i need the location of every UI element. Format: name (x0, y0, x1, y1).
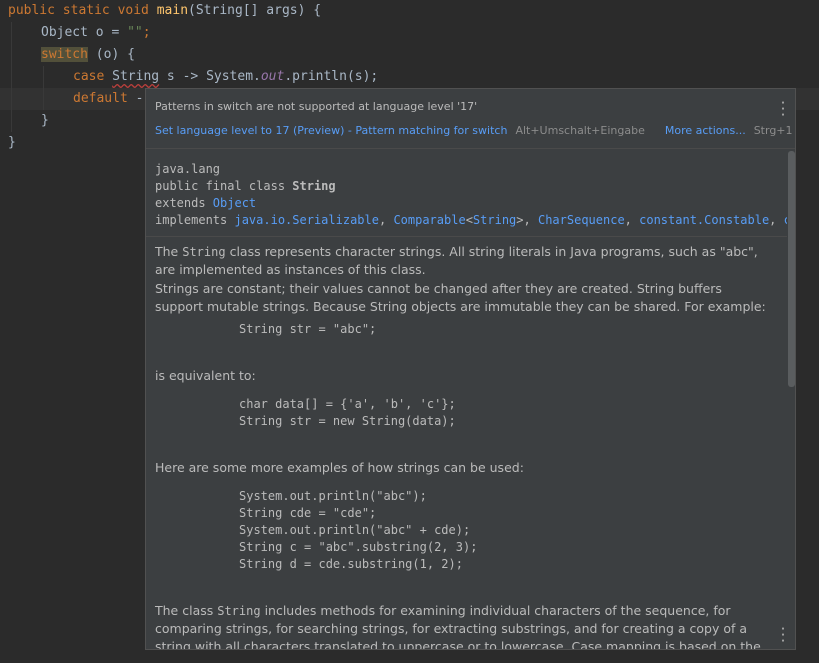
default-keyword: default (73, 91, 128, 106)
code-line-6[interactable]: } (41, 110, 49, 132)
interface-link[interactable]: CharSequence (538, 213, 625, 227)
paragraph: The String class represents character st… (155, 243, 770, 279)
code-line-7[interactable]: } (8, 132, 16, 154)
implements-keyword: implements (155, 213, 235, 227)
string-literal: "" (127, 25, 143, 40)
static-field: out (260, 69, 285, 84)
code-text: .println(s); (284, 69, 379, 84)
more-actions-link[interactable]: More actions... (665, 124, 746, 137)
indent-guide (43, 66, 44, 110)
inline-code: String (217, 604, 261, 618)
declaration-prefix: public final class (155, 179, 293, 193)
text: The (155, 244, 183, 259)
code-text: s -> System. (159, 69, 261, 84)
code-example: String str = "abc"; (239, 322, 377, 336)
paragraph: is equivalent to: (155, 368, 256, 383)
class-declaration: public final class String (155, 178, 787, 195)
generic-bracket: < (465, 213, 473, 227)
code-text: (String[] args) { (188, 3, 322, 18)
extends-line: extends Object (155, 195, 787, 212)
code-text: Object o = (41, 25, 128, 40)
generic-bracket: > (516, 213, 524, 227)
paragraph: Here are some more examples of how strin… (155, 460, 524, 475)
paragraph: Strings are constant; their values canno… (155, 281, 766, 314)
closing-brace: } (41, 113, 49, 128)
interface-link[interactable]: java.io.Serializable (234, 213, 379, 227)
type-link[interactable]: String (473, 213, 516, 227)
implements-line: implements java.io.Serializable, Compara… (155, 212, 787, 229)
interface-link[interactable]: const (784, 213, 787, 227)
interface-link[interactable]: constant.Constable (639, 213, 769, 227)
method-name: main (156, 3, 189, 18)
semicolon: ; (142, 25, 151, 40)
problem-message: Patterns in switch are not supported at … (155, 100, 478, 113)
separator: , (769, 213, 784, 227)
text: The class (155, 603, 218, 618)
code-text: (o) { (87, 47, 135, 62)
quick-fix-actions: Set language level to 17 (Preview) - Pat… (155, 124, 795, 137)
code-line-4[interactable]: case String s -> System.out.println(s); (73, 66, 378, 88)
package-name: java.lang (155, 162, 221, 176)
separator: , (624, 213, 640, 227)
separator: , (378, 213, 394, 227)
more-actions-shortcut: Strg+1 Alt+ (753, 124, 795, 137)
code-example: char data[] = {'a', 'b', 'c'}; String st… (239, 397, 456, 428)
problem-header: Patterns in switch are not supported at … (146, 89, 795, 149)
interface-link[interactable]: Comparable (393, 213, 465, 227)
text: class represents character strings. All … (155, 244, 758, 277)
paragraph: The class String includes methods for ex… (155, 602, 770, 649)
code-line-2[interactable]: Object o = ""; (41, 22, 151, 44)
action-shortcut: Alt+Umschalt+Eingabe (515, 124, 645, 137)
case-keyword: case (73, 69, 105, 84)
quick-documentation-popup: Patterns in switch are not supported at … (145, 88, 796, 650)
class-name: String (292, 179, 336, 193)
code-line-1[interactable]: public static void main(String[] args) { (8, 0, 321, 22)
switch-keyword-warning[interactable]: switch (41, 47, 88, 62)
indent-guide (11, 22, 12, 132)
documentation-scrollbar[interactable] (788, 151, 795, 647)
documentation-content[interactable]: java.lang public final class String exte… (146, 149, 787, 649)
code-example: System.out.println("abc"); String cde = … (239, 489, 478, 571)
set-language-level-link[interactable]: Set language level to 17 (Preview) - Pat… (155, 124, 507, 137)
keyword: public static void (8, 3, 157, 18)
vertical-ellipsis-icon[interactable]: · · · (779, 96, 787, 123)
superclass-link[interactable]: Object (213, 196, 256, 210)
extends-keyword: extends (155, 196, 213, 210)
vertical-ellipsis-icon[interactable]: · · · (779, 622, 787, 649)
inline-code: String (182, 245, 226, 259)
code-line-5[interactable]: default - (73, 88, 143, 110)
code-line-3[interactable]: switch (o) { (41, 44, 135, 66)
scrollbar-thumb[interactable] (788, 151, 795, 387)
code-text: - (127, 91, 144, 106)
class-definition: java.lang public final class String exte… (146, 149, 787, 237)
closing-brace: } (8, 135, 16, 150)
pattern-type-error[interactable]: String (112, 69, 159, 84)
separator: , (523, 213, 538, 227)
